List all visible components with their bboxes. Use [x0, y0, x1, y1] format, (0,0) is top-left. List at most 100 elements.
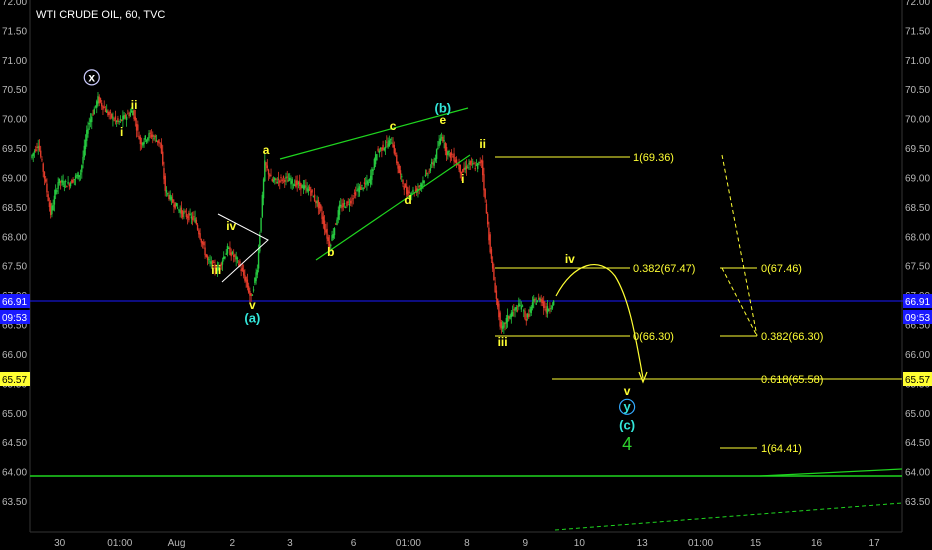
candle-body: [52, 204, 54, 211]
candle-body: [188, 212, 190, 221]
candle-body: [353, 192, 356, 194]
candle-body: [310, 190, 312, 196]
right-tick-label: 71.00: [905, 56, 930, 67]
candle-body: [127, 113, 129, 115]
candle-body: [541, 299, 544, 304]
candle-body: [174, 202, 176, 209]
time-tick-label: 8: [464, 538, 470, 549]
candle-body: [547, 309, 550, 312]
candle-body: [398, 165, 400, 174]
candle-body: [142, 142, 144, 146]
chart-background: [0, 0, 932, 550]
candle-body: [302, 185, 305, 190]
candle-body: [439, 138, 442, 145]
candle-body: [106, 110, 108, 113]
candle-body: [230, 252, 232, 257]
time-tick-label: 01:00: [107, 538, 132, 549]
candle-body: [475, 164, 478, 166]
candle-body: [286, 176, 288, 178]
candle-body: [506, 315, 509, 323]
candle-body: [181, 210, 184, 218]
candle-body: [333, 228, 336, 236]
candle-body: [361, 185, 363, 187]
candle-body: [96, 101, 98, 108]
candle-body: [423, 180, 425, 183]
candle-body: [82, 156, 84, 164]
candle-body: [494, 282, 496, 293]
candle-body: [412, 189, 414, 193]
wave-label: y: [623, 399, 631, 414]
candle-body: [420, 183, 423, 188]
candle-body: [38, 145, 41, 151]
candle-body: [35, 149, 37, 152]
candle-body: [81, 165, 83, 173]
candle-body: [444, 142, 447, 151]
time-tick-label: Aug: [168, 538, 186, 549]
candle-body: [255, 272, 257, 282]
candle-body: [83, 145, 85, 158]
left-tick-label: 68.00: [2, 232, 27, 243]
candle-body: [31, 155, 33, 158]
candle-body: [542, 300, 545, 308]
candle-body: [535, 303, 537, 305]
candle-body: [140, 142, 143, 145]
candle-body: [401, 176, 403, 178]
candle-body: [267, 169, 270, 175]
candle-body: [351, 199, 353, 201]
candle-body: [300, 183, 302, 190]
candle-body: [496, 298, 499, 307]
candle-body: [397, 161, 399, 169]
candle-body: [359, 186, 362, 190]
candle-body: [186, 216, 189, 218]
candle-body: [489, 234, 491, 253]
candle-body: [521, 305, 524, 307]
price-chart[interactable]: 63.5064.0064.5065.0065.5066.0066.5067.00…: [0, 0, 932, 550]
candle-body: [396, 154, 398, 164]
candle-body: [368, 179, 371, 181]
candle-body: [463, 167, 465, 170]
candle-body: [383, 148, 386, 151]
candle-body: [88, 122, 90, 125]
countdown-label-right: 09:53: [905, 313, 930, 324]
candle-body: [73, 179, 76, 181]
candle-body: [433, 161, 435, 166]
right-tick-label: 64.00: [905, 468, 930, 479]
time-tick-label: 2: [230, 538, 236, 549]
candle-body: [76, 175, 78, 177]
candle-body: [488, 227, 490, 241]
left-tick-label: 71.00: [2, 56, 27, 67]
candle-body: [191, 217, 194, 220]
candle-body: [162, 151, 164, 165]
time-axis[interactable]: 30 01:00 Aug 2 3 6 01:00 8 9 10 13 01:00 15 16 17: [54, 538, 880, 549]
candle-body: [276, 181, 278, 184]
left-tick-label: 72.00: [2, 0, 27, 8]
candle-body: [205, 254, 207, 257]
candle-body: [301, 184, 303, 188]
candle-body: [341, 206, 343, 209]
right-tick-label: 64.50: [905, 438, 930, 449]
wave-label: c: [390, 119, 397, 133]
candle-body: [325, 229, 327, 233]
candle-body: [228, 247, 230, 249]
candle-body: [53, 195, 56, 205]
candle-body: [498, 303, 500, 318]
candle-body: [465, 165, 468, 170]
candle-body: [473, 163, 475, 165]
candle-body: [61, 179, 63, 183]
candle-body: [47, 194, 49, 202]
candle-body: [68, 184, 71, 187]
candle-body: [539, 298, 541, 303]
candle-body: [369, 175, 372, 185]
candle-body: [57, 182, 59, 189]
candle-body: [317, 200, 320, 209]
candle-body: [163, 168, 165, 180]
candle-body: [203, 241, 205, 246]
candle-body: [305, 185, 307, 187]
candle-body: [94, 105, 97, 107]
candle-body: [313, 194, 316, 201]
candle-body: [40, 150, 42, 157]
candle-body: [117, 118, 119, 122]
candle-body: [458, 164, 460, 170]
candle-body: [418, 186, 420, 188]
candle-body: [523, 310, 525, 312]
